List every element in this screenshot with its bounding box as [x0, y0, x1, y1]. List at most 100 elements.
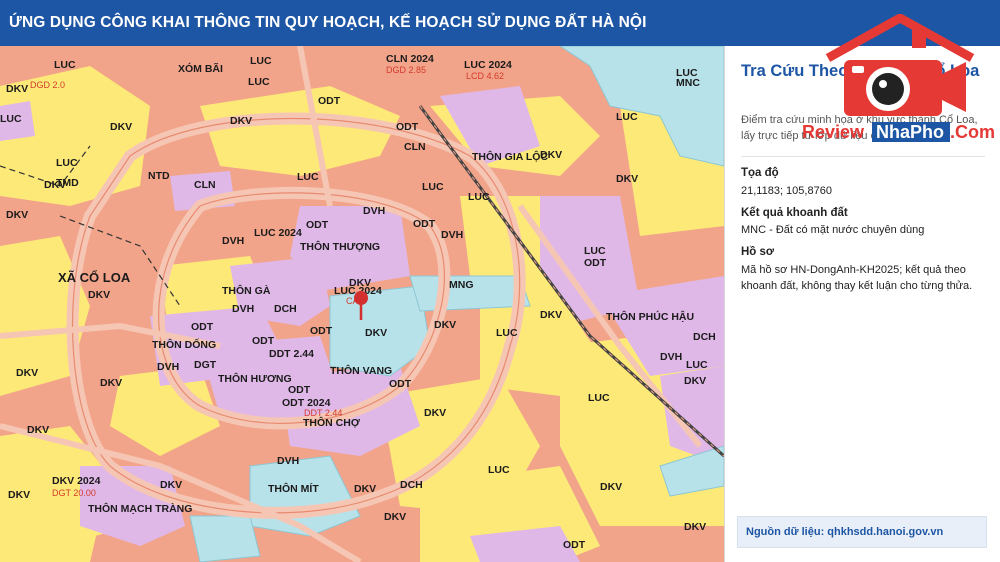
map-zone-label: DKV [434, 319, 456, 331]
app-title: ỨNG DỤNG CÔNG KHAI THÔNG TIN QUY HOẠCH, … [9, 14, 647, 31]
map-zone-label: LUC [686, 359, 708, 371]
map-zone-label: DVH [441, 229, 463, 241]
map-zone-label: LUC [56, 157, 78, 169]
map-zone-label: MNG [449, 279, 474, 291]
record-label: Hồ sơ [741, 246, 775, 258]
map-zone-label: DKV [88, 289, 110, 301]
map-zone-label: DKV [684, 375, 706, 387]
map-zone-label: DVH [222, 235, 244, 247]
map-zone-label: LUC [422, 181, 444, 193]
map-zone-label: ODT [389, 378, 412, 390]
map-zone-label: DKV [16, 367, 38, 379]
map-zone-label: ODT [396, 121, 419, 133]
label-ddt-2024: DDT 2.44 [304, 408, 342, 418]
map-zone-label: DCH [693, 331, 716, 343]
panel-divider [741, 156, 985, 157]
result-label: Kết quả khoanh đất [741, 207, 848, 219]
map-zone-label: DVH [363, 205, 385, 217]
house-camera-icon: Review NhaPho .Com [802, 13, 995, 142]
label-thon-mit: THÔN MÍT [268, 482, 319, 495]
map-zone-label: ODT [413, 218, 436, 230]
map-zone-label: LUC [468, 191, 490, 203]
result-value: MNC - Đất có mặt nước chuyên dùng [741, 224, 925, 236]
map-zone-label: CLN [404, 141, 426, 153]
label-luc-2024-a: LUC 2024 [254, 227, 302, 239]
label-dgt-2024: DGT 20.00 [52, 488, 96, 498]
coords-label: Tọa độ [741, 167, 779, 179]
map-zone-label: DVH [277, 455, 299, 467]
record-value: Mã hồ sơ HN-DongAnh-KH2025; kết quả theo… [741, 264, 973, 292]
label-lcd: LCD 4.62 [466, 71, 504, 81]
map-zone-label: LUC [0, 113, 22, 125]
map-zone-label: DKV [349, 277, 371, 289]
map-zone-label: DDT 2.44 [269, 348, 314, 360]
map-zone-label: MNC [676, 77, 700, 89]
data-source-text: Nguồn dữ liệu: qhkhsdd.hanoi.gov.vn [746, 526, 944, 538]
map-zone-label: ODT [318, 95, 341, 107]
map-zone-label: ODT [191, 321, 214, 333]
map-zone-label: DKV [230, 115, 252, 127]
map-zone-label: DKV [540, 309, 562, 321]
map-zone-label: LUC [54, 59, 76, 71]
label-thon-huong: THÔN HƯƠNG [218, 372, 292, 385]
map-zone-label: DKV [424, 407, 446, 419]
label-thon-ga: THÔN GÀ [222, 284, 271, 297]
map-zone-label: LUC [297, 171, 319, 183]
label-dgd-cln: DGD 2.85 [386, 65, 426, 75]
label-luc-2024-top: LUC 2024 [464, 59, 512, 71]
map-zone-label: CLN [194, 179, 216, 191]
map-zone-label: DVH [157, 361, 179, 373]
label-dgd-top: DGD 2.0 [30, 80, 65, 90]
map-canvas[interactable]: XÃ CỔ LOA THÔN THƯỢNG THÔN GÀ THÔN DỐNG … [0, 46, 724, 562]
map-zone-label: LUC [584, 245, 606, 257]
map-zone-label: DKV [365, 327, 387, 339]
logo-text-nhapho: NhaPho [876, 122, 944, 142]
map-zone-label: LUC [488, 464, 510, 476]
label-thon-mach-trang: THÔN MẠCH TRÀNG [88, 502, 192, 515]
map-zone-label: TMD [56, 177, 79, 189]
map-zone-label: LUC [250, 55, 272, 67]
map-zone-label: LUC [588, 392, 610, 404]
map-zone-label: ODT [306, 219, 329, 231]
label-thon-dong: THÔN DỐNG [152, 337, 216, 351]
map-zone-label: DKV [6, 209, 28, 221]
map-zone-label: ODT [584, 257, 607, 269]
map-zone-label: LUC [496, 327, 518, 339]
map-zone-label: DVH [660, 351, 682, 363]
label-thon-thuong: THÔN THƯỢNG [300, 240, 380, 253]
data-source-link[interactable]: Nguồn dữ liệu: qhkhsdd.hanoi.gov.vn [737, 516, 987, 548]
map-zone-label: DKV [100, 377, 122, 389]
label-thon-vang: THÔN VANG [330, 364, 392, 377]
map-zone-label: DKV [110, 121, 132, 133]
planning-map[interactable]: XÃ CỔ LOA THÔN THƯỢNG THÔN GÀ THÔN DỐNG … [0, 46, 724, 562]
map-zone-label: DKV [160, 479, 182, 491]
map-zone-label: DKV [27, 424, 49, 436]
label-thon-phuc-hau: THÔN PHÚC HẬU [606, 310, 694, 323]
label-xom-bai: XÓM BÃI [178, 62, 223, 75]
map-zone-label: ODT [310, 325, 333, 337]
label-dkv-2024: DKV 2024 [52, 475, 101, 487]
map-zone-label: LUC [616, 111, 638, 123]
label-cln-top: CLN 2024 [386, 53, 434, 65]
map-zone-label: DKV [384, 511, 406, 523]
map-zone-label: DVH [232, 303, 254, 315]
map-zone-label: DKV [616, 173, 638, 185]
map-zone-label: DKV [354, 483, 376, 495]
logo-text-com: .Com [950, 122, 995, 142]
map-zone-label: DKV [600, 481, 622, 493]
label-xa-co-loa: XÃ CỔ LOA [58, 270, 131, 285]
watermark-logo: Review NhaPho .Com [800, 13, 1000, 144]
logo-text-review: Review [802, 122, 865, 142]
map-zone-label: NTD [148, 170, 170, 182]
map-zone-label: DCH [400, 479, 423, 491]
map-zone-label: DGT [194, 359, 217, 371]
map-zone-label: ODT [563, 539, 586, 551]
map-zone-label: DKV [684, 521, 706, 533]
map-zone-label: ODT [252, 335, 275, 347]
label-thon-gia-loc: THÔN GIA LỘC [472, 150, 548, 163]
map-zone-label: DKV [6, 83, 28, 95]
map-zone-label: LUC [248, 76, 270, 88]
coords-value: 21,1183; 105,8760 [741, 185, 832, 197]
map-zone-label: ODT [288, 384, 311, 396]
map-zone-label: DKV [540, 149, 562, 161]
